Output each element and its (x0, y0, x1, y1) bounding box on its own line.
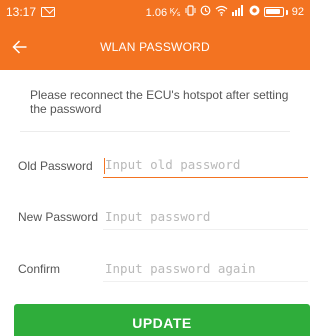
signal-icon (231, 5, 245, 19)
message-icon (41, 7, 56, 17)
battery-level: 92 (291, 6, 304, 18)
toolbar: WLAN PASSWORD (0, 24, 310, 70)
battery-fill (265, 9, 280, 14)
confirm-underline (103, 281, 308, 282)
page-title: WLAN PASSWORD (100, 40, 210, 54)
data-saver-icon (249, 5, 260, 19)
status-time: 13:17 (6, 5, 37, 19)
confirm-password-input[interactable] (103, 255, 308, 281)
text-cursor (104, 158, 105, 174)
new-password-input[interactable] (103, 203, 308, 229)
vibrate-icon (185, 5, 196, 19)
network-speed: 1.06 ᴷ⁄ₛ (145, 6, 181, 19)
update-button-label: UPDATE (132, 315, 192, 331)
old-password-label: Old Password (18, 159, 93, 173)
reconnect-notice: Please reconnect the ECU's hotspot after… (30, 88, 289, 116)
alarm-icon (200, 5, 211, 19)
new-password-underline (103, 229, 308, 230)
wlan-password-screen: 13:17 1.06 ᴷ⁄ₛ 92 WLAN PASSWORD Please r… (0, 0, 310, 336)
wifi-icon (215, 5, 228, 19)
app-header: 13:17 1.06 ᴷ⁄ₛ 92 WLAN PASSWORD (0, 0, 310, 70)
status-indicators: 1.06 ᴷ⁄ₛ 92 (146, 5, 304, 19)
divider (20, 131, 290, 132)
old-password-input[interactable] (103, 152, 308, 178)
update-button[interactable]: UPDATE (14, 304, 310, 336)
new-password-label: New Password (18, 210, 99, 224)
confirm-label: Confirm (18, 262, 61, 276)
battery-icon (263, 7, 288, 17)
status-bar: 13:17 1.06 ᴷ⁄ₛ 92 (0, 0, 310, 24)
